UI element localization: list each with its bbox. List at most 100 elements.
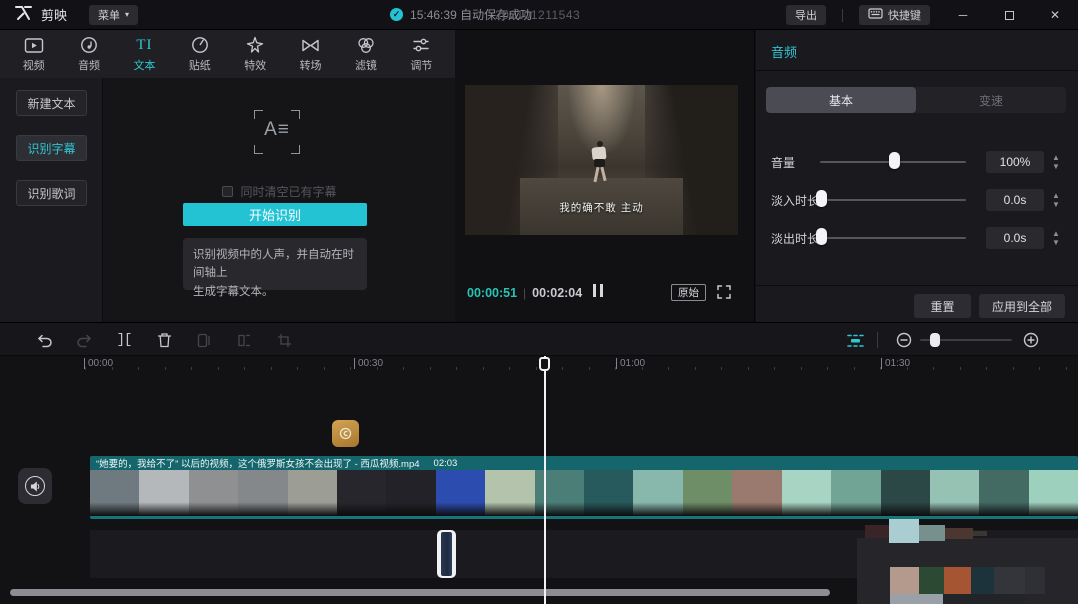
volume-stepper[interactable]: ▲▼ — [1049, 150, 1063, 174]
zoom-out-icon[interactable] — [894, 330, 914, 350]
audio-panel-title: 音频 — [771, 42, 797, 61]
sidebar-item-recognize-subtitles[interactable]: 识别字幕 — [16, 135, 87, 161]
fade-in-slider-thumb[interactable] — [816, 190, 827, 207]
tab-video[interactable]: 视频 — [9, 35, 59, 73]
playhead-line[interactable] — [544, 356, 546, 604]
fullscreen-icon[interactable] — [717, 285, 731, 302]
freeze-frame-icon[interactable] — [194, 330, 214, 350]
undo-icon[interactable] — [34, 330, 54, 350]
app-window: 剪映 菜单▾ ✓ 15:46:39 自动保存成功 202101211543 导出… — [0, 0, 1078, 604]
ruler-tick — [854, 367, 855, 370]
app-logo-icon — [14, 5, 33, 24]
ruler-tick — [668, 367, 669, 370]
ruler-tick — [324, 367, 325, 370]
timeline-horizontal-scrollbar[interactable] — [10, 589, 830, 596]
preview-controls: 00:00:51 | 00:02:04 原始 — [455, 278, 755, 308]
ruler-tick — [138, 367, 139, 370]
fade-out-slider-thumb[interactable] — [816, 228, 827, 245]
video-preview[interactable]: 我的确不敢 主动 — [465, 85, 738, 235]
tab-audio[interactable]: 音频 — [64, 35, 114, 73]
pause-button[interactable] — [593, 284, 603, 297]
adjust-icon — [412, 35, 430, 55]
ruler-tick — [85, 367, 86, 370]
video-track-clip[interactable]: “她要的，我给不了” 以后的视频，这个俄罗斯女孩不会出现了 - 西瓜视频.mp4… — [90, 456, 1078, 519]
clear-existing-subtitles-label: 同时清空已有字幕 — [240, 183, 336, 200]
video-thumbnail — [633, 470, 682, 516]
volume-slider-thumb[interactable] — [889, 152, 900, 169]
start-recognition-button[interactable]: 开始识别 — [183, 203, 367, 226]
ruler-tick — [483, 367, 484, 370]
zoom-in-icon[interactable] — [1021, 330, 1041, 350]
tab-effects[interactable]: 特效 — [230, 35, 280, 73]
app-name: 剪映 — [41, 5, 67, 24]
tab-transition[interactable]: 转场 — [286, 35, 336, 73]
auto-snap-icon[interactable] — [845, 330, 865, 350]
fade-out-stepper[interactable]: ▲▼ — [1049, 226, 1063, 250]
timeline-zoom-slider-thumb[interactable] — [930, 333, 940, 347]
crop-icon[interactable] — [274, 330, 294, 350]
tab-basic[interactable]: 基本 — [766, 87, 916, 113]
fade-in-value[interactable]: 0.0s — [986, 189, 1044, 211]
ruler-tick — [615, 367, 616, 370]
shortcut-button[interactable]: 快捷键 — [859, 5, 930, 25]
text-panel-sidebar: 新建文本 识别字幕 识别歌词 — [0, 78, 103, 322]
video-thumbnail — [930, 470, 979, 516]
ruler-tick — [244, 367, 245, 370]
ruler-tick — [1039, 367, 1040, 370]
ruler-tick — [642, 367, 643, 370]
auto-caption-icon: A≡ — [254, 110, 300, 154]
split-icon[interactable]: ][ — [114, 330, 134, 350]
ruler-tick — [1066, 367, 1067, 370]
ruler-tick — [721, 367, 722, 370]
ruler-tick — [880, 367, 881, 370]
playhead-handle[interactable] — [539, 357, 550, 371]
subtitle-clip-selected[interactable] — [437, 530, 456, 578]
ruler-tick — [377, 367, 378, 370]
titlebar-divider — [842, 9, 843, 22]
fade-out-value[interactable]: 0.0s — [986, 227, 1044, 249]
video-track-title: “她要的，我给不了” 以后的视频，这个俄罗斯女孩不会出现了 - 西瓜视频.mp4 — [96, 456, 420, 470]
tab-speed[interactable]: 变速 — [916, 87, 1066, 113]
video-thumbnail — [436, 470, 485, 516]
video-thumbnail — [337, 470, 386, 516]
tab-filter[interactable]: 滤镜 — [341, 35, 391, 73]
text-icon: TI — [136, 35, 152, 55]
tab-adjust[interactable]: 调节 — [396, 35, 446, 73]
project-name: 202101211543 — [495, 8, 580, 22]
fade-out-slider-track[interactable] — [820, 237, 966, 239]
sidebar-item-recognize-lyrics[interactable]: 识别歌词 — [16, 180, 87, 206]
apply-to-all-button[interactable]: 应用到全部 — [979, 294, 1065, 318]
ruler-tick — [907, 367, 908, 370]
fade-in-slider-track[interactable] — [820, 199, 966, 201]
minimize-button[interactable]: ─ — [940, 0, 986, 30]
render-artifact — [945, 528, 973, 539]
effects-icon — [246, 35, 264, 55]
render-artifact — [890, 567, 919, 594]
menu-button[interactable]: 菜单▾ — [89, 5, 138, 25]
video-icon — [24, 35, 44, 55]
video-thumbnail — [90, 470, 139, 516]
video-thumbnail — [139, 470, 188, 516]
video-thumbnail — [979, 470, 1028, 516]
video-thumbnail — [238, 470, 287, 516]
track-mute-button[interactable] — [18, 468, 52, 504]
volume-value[interactable]: 100% — [986, 151, 1044, 173]
mirror-icon[interactable] — [234, 330, 254, 350]
reset-button[interactable]: 重置 — [914, 294, 971, 318]
timeline-area[interactable]: 00:00 00:30 01:00 01:30 “她要的，我给不了” 以后的视频… — [0, 356, 1078, 604]
sidebar-item-new-text[interactable]: 新建文本 — [16, 90, 87, 116]
tab-sticker[interactable]: 贴纸 — [175, 35, 225, 73]
export-button[interactable]: 导出 — [786, 5, 826, 25]
sticker-clip[interactable] — [332, 420, 359, 447]
redo-icon[interactable] — [74, 330, 94, 350]
fade-in-stepper[interactable]: ▲▼ — [1049, 188, 1063, 212]
original-quality-button[interactable]: 原始 — [671, 284, 706, 301]
video-thumbnail — [831, 470, 880, 516]
media-panel: 视频 音频 TI 文本 贴纸 特效 — [0, 30, 455, 322]
tab-text[interactable]: TI 文本 — [119, 35, 169, 73]
ruler-tick — [536, 367, 537, 370]
delete-icon[interactable] — [154, 330, 174, 350]
maximize-button[interactable] — [986, 0, 1032, 30]
close-button[interactable]: ✕ — [1032, 0, 1078, 30]
clear-existing-subtitles-checkbox[interactable] — [222, 186, 233, 197]
